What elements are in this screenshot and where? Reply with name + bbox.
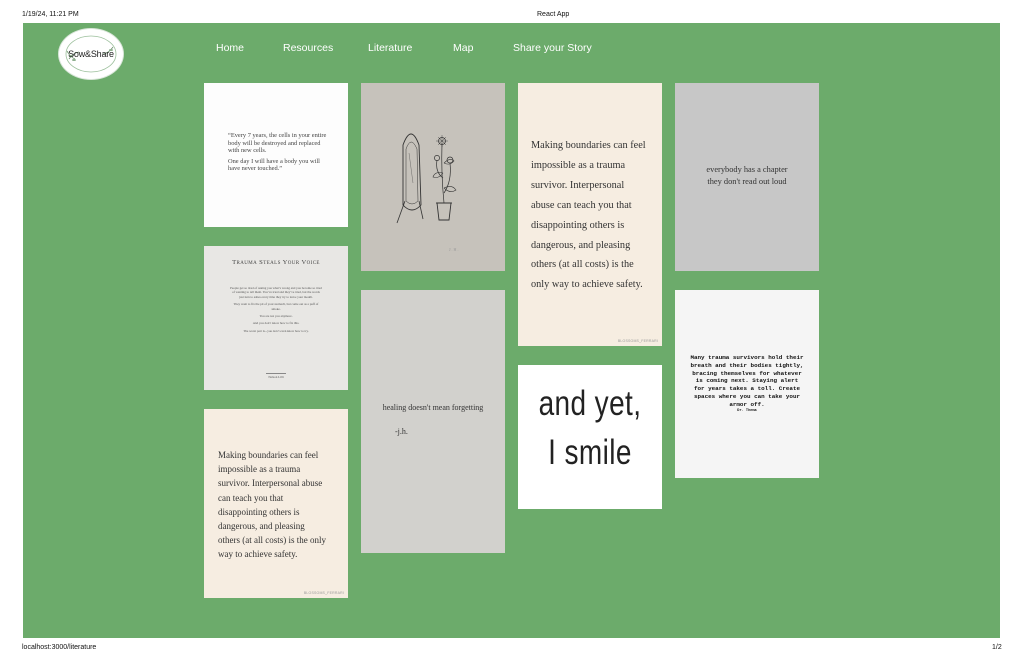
armor-author: Dr. Thema (737, 409, 757, 413)
armor-text: Many trauma survivors hold their breath … (690, 354, 804, 408)
healing-text: healing doesn't mean forgetting (382, 403, 484, 412)
card-healing[interactable]: healing doesn't mean forgetting -j.h. (361, 290, 505, 553)
card-armor[interactable]: Many trauma survivors hold their breath … (675, 290, 819, 478)
nav-map[interactable]: Map (453, 42, 473, 54)
logo-text: Sow&Share (68, 49, 114, 59)
boundaries-tall-credit: BLOSSOMS_FERRARI (617, 339, 658, 343)
boundaries-small-text: Making boundaries can feel impossible as… (218, 450, 326, 560)
drawing-signature: J.H. (449, 247, 460, 252)
trauma-voice-p5: The worst part is...you don’t even know … (243, 328, 309, 333)
mirror-flower-drawing-icon (396, 133, 457, 224)
brand-logo[interactable]: Sow&Share (58, 28, 124, 80)
chapter-line2: they don't read out loud (707, 177, 787, 186)
smile-line2: I smile (548, 433, 632, 472)
trauma-voice-p3: You are not you anymore. (259, 314, 293, 319)
healing-author: -j.h. (395, 427, 408, 436)
nav-share-your-story[interactable]: Share your Story (513, 42, 592, 54)
card-boundaries-tall[interactable]: Making boundaries can feel impossible as… (518, 83, 662, 346)
nav-resources[interactable]: Resources (283, 42, 333, 54)
print-page-count: 1/2 (992, 644, 1002, 651)
trauma-voice-p4: And you don’t know how to fix this. (252, 321, 300, 326)
boundaries-tall-text: Making boundaries can feel impossible as… (531, 140, 646, 291)
trauma-voice-p1: People get so tired of asking you what’s… (230, 286, 322, 299)
card-and-yet-i-smile[interactable]: and yet, I smile (518, 365, 662, 509)
card-boundaries-small[interactable]: Making boundaries can feel impossible as… (204, 409, 348, 598)
card-drawing[interactable]: J.H. (361, 83, 505, 271)
cells-quote-line1: “Every 7 years, the cells in your entire… (228, 132, 327, 155)
card-cells-quote[interactable]: “Every 7 years, the cells in your entire… (204, 83, 348, 227)
smile-line1: and yet, (538, 384, 642, 423)
cells-quote-line2: One day I will have a body you will have… (228, 157, 320, 173)
card-trauma-voice[interactable]: Trauma Steals Your Voice People get so t… (204, 246, 348, 390)
trauma-voice-title: Trauma Steals Your Voice (232, 259, 320, 266)
author-divider (266, 373, 286, 374)
nav-literature[interactable]: Literature (368, 42, 412, 54)
chapter-line1: everybody has a chapter (706, 165, 788, 174)
literature-page: Sow&Share Home Resources Literature Map … (23, 23, 1000, 638)
nav-home[interactable]: Home (216, 42, 244, 54)
print-title: React App (537, 11, 570, 18)
print-url: localhost:3000/literature (22, 644, 97, 651)
trauma-voice-p2: They want to fix the pit of your stomach… (233, 302, 319, 311)
print-datetime: 1/19/24, 11:21 PM (22, 11, 79, 18)
boundaries-small-credit: BLOSSOMS_FERRARI (303, 591, 344, 595)
trauma-voice-author: Nelson Lilli (268, 375, 284, 379)
card-chapter[interactable]: everybody has a chapter they don't read … (675, 83, 819, 271)
